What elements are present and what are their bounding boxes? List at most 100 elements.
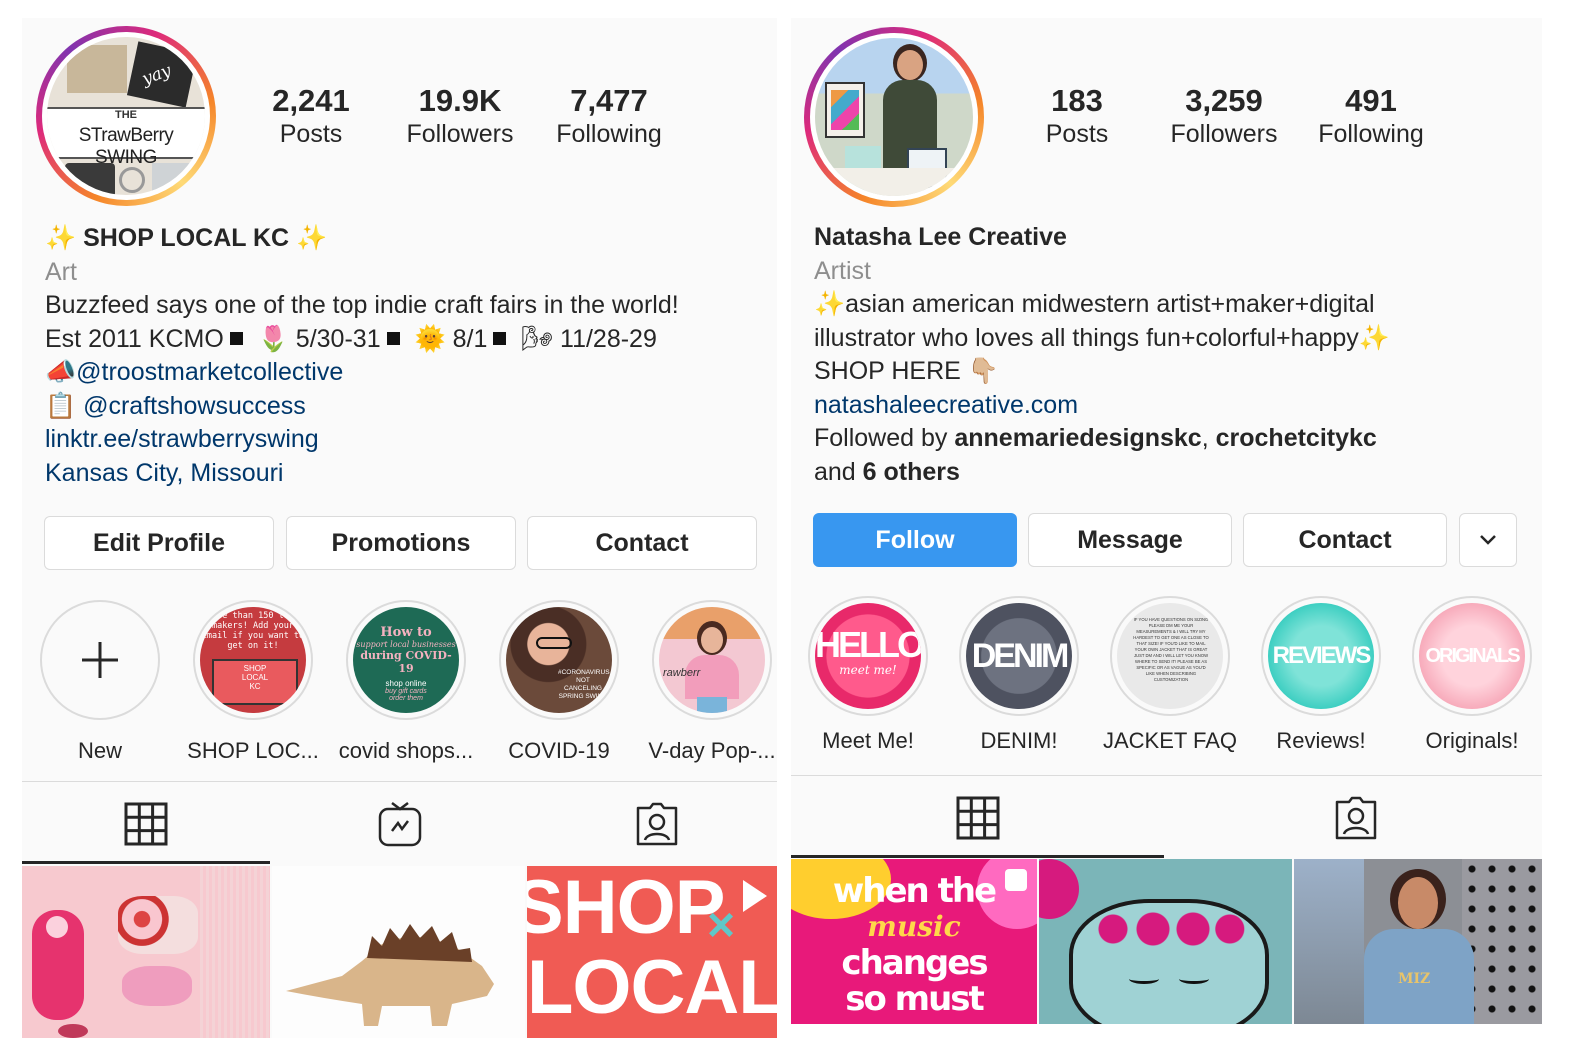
grid-icon: [124, 802, 168, 846]
followed-user-2[interactable]: crochetcitykc: [1216, 424, 1377, 452]
highlight-originals[interactable]: ORIGINALS Originals!: [1402, 596, 1542, 754]
highlight-covid-shops[interactable]: How to support local businesses during C…: [336, 600, 476, 764]
following-count: 7,477: [570, 83, 648, 118]
suggestions-dropdown-button[interactable]: [1459, 513, 1517, 567]
following-stat[interactable]: 7,477 Following: [539, 84, 679, 150]
clipboard-icon: 📋: [45, 391, 77, 420]
followed-by-line[interactable]: Followed by annemariedesignskc, crochetc…: [814, 422, 1534, 456]
bio-dates-line: Est 2011 KCMO 🌷 5/30-31 🌞 8/1 🌬 11/28-29: [45, 323, 770, 357]
followers-label: Followers: [1170, 120, 1278, 148]
highlight-art-text: makers! Add your: [212, 621, 294, 631]
post-tile[interactable]: when the music changes so must: [791, 859, 1037, 1024]
highlight-art-text: re than 150 lo: [217, 611, 289, 621]
highlight-art-text: SHOP: [243, 664, 267, 673]
mention-troostmarket-link[interactable]: @troostmarketcollective: [76, 358, 343, 386]
website-link[interactable]: natashaleecreative.com: [814, 389, 1534, 423]
tab-tagged[interactable]: [558, 788, 756, 860]
highlight-label: DENIM!: [980, 728, 1058, 753]
bio-mention-line: 📣@troostmarketcollective: [45, 356, 770, 390]
highlight-denim[interactable]: DENIM DENIM!: [949, 596, 1089, 754]
following-label: Following: [1318, 120, 1424, 148]
post-tile[interactable]: SHOP LOCAL ×: [527, 866, 777, 1038]
following-label: Following: [556, 120, 662, 148]
followers-count: 3,259: [1185, 83, 1263, 118]
profile-avatar[interactable]: yay THE STrawBerry SWING: [36, 26, 216, 206]
bio-mention-line: 📋 @craftshowsuccess: [45, 390, 770, 424]
tab-igtv[interactable]: [294, 788, 506, 860]
active-tab-indicator: [791, 855, 1164, 858]
tabs-divider: [791, 775, 1542, 776]
post-tile[interactable]: [272, 866, 525, 1038]
square-icon: [386, 331, 400, 345]
highlight-art-text: email if you want to: [201, 631, 305, 641]
highlight-art-text: ORIGINALS: [1425, 644, 1520, 667]
highlight-label: V-day Pop-...: [648, 738, 776, 763]
promotions-button[interactable]: Promotions: [286, 516, 516, 570]
followed-others[interactable]: 6 others: [863, 458, 960, 486]
tile-text: MIZ: [1398, 971, 1431, 987]
followers-stat[interactable]: 19.9K Followers: [390, 84, 530, 150]
tile-text: music: [867, 910, 961, 943]
highlight-jacket-faq[interactable]: IF YOU HAVE QUESTIONS ON SIZING PLEASE D…: [1100, 596, 1240, 754]
highlight-art-text: NOT CANCELING: [564, 677, 602, 692]
highlight-vday[interactable]: rawberr V-day Pop-...: [642, 600, 777, 764]
tabs-divider: [22, 781, 777, 782]
website-link[interactable]: linktr.ee/strawberryswing: [45, 423, 770, 457]
tile-text: SHOP: [527, 866, 725, 950]
followers-stat[interactable]: 3,259 Followers: [1154, 84, 1294, 150]
mention-craftshow-link[interactable]: @craftshowsuccess: [83, 392, 306, 420]
highlight-art-text: SPRING SWING: [558, 693, 608, 700]
highlight-art-text: HELLO: [815, 624, 921, 665]
square-icon: [493, 331, 507, 345]
followed-and: and: [814, 457, 863, 486]
bio-line: SHOP HERE 👇🏼: [814, 357, 999, 385]
profile-avatar[interactable]: [804, 27, 984, 207]
highlight-label: SHOP LOC...: [187, 738, 319, 763]
tab-grid[interactable]: [791, 782, 1164, 854]
location-link[interactable]: Kansas City, Missouri: [45, 457, 770, 491]
tab-grid[interactable]: [22, 788, 270, 860]
follow-button[interactable]: Follow: [813, 513, 1017, 567]
highlight-art-text: rawberr: [663, 667, 701, 679]
followers-label: Followers: [406, 120, 514, 148]
post-tile[interactable]: MIZ: [1294, 859, 1542, 1024]
followed-by-line-2[interactable]: and 6 others: [814, 456, 1534, 490]
followed-prefix: Followed by: [814, 424, 955, 452]
highlight-label: New: [77, 738, 122, 763]
contact-button[interactable]: Contact: [527, 516, 757, 570]
followed-user-1[interactable]: annemariedesignskc: [954, 424, 1201, 452]
posts-stat[interactable]: 2,241 Posts: [241, 84, 381, 150]
tagged-icon: [636, 802, 678, 846]
tile-text: when the: [832, 871, 997, 911]
bio-est: Est 2011 KCMO: [45, 324, 224, 353]
video-play-icon: [743, 880, 767, 912]
edit-profile-button[interactable]: Edit Profile: [44, 516, 274, 570]
post-tile[interactable]: [22, 866, 270, 1038]
highlight-reviews[interactable]: REVIEWS Reviews!: [1251, 596, 1391, 754]
highlight-new[interactable]: New: [30, 600, 170, 764]
profile-name: Natasha Lee Creative: [814, 223, 1067, 251]
highlight-art-text: during COVID-19: [360, 649, 452, 675]
highlight-art-text: #CORONAVIRUS: [558, 669, 610, 676]
highlight-label: Reviews!: [1276, 728, 1366, 753]
profile-bio: ✨ SHOP LOCAL KC ✨ Art Buzzfeed says one …: [45, 222, 770, 490]
highlight-label: COVID-19: [508, 738, 610, 763]
posts-stat[interactable]: 183 Posts: [1007, 84, 1147, 150]
highlight-art-text: KC: [249, 682, 261, 691]
following-stat[interactable]: 491 Following: [1301, 84, 1441, 150]
highlight-covid-19[interactable]: #CORONAVIRUS NOT CANCELING SPRING SWING …: [489, 600, 629, 764]
message-button[interactable]: Message: [1028, 513, 1232, 567]
contact-button[interactable]: Contact: [1243, 513, 1447, 567]
highlight-shop-local[interactable]: re than 150 lo makers! Add your email if…: [183, 600, 323, 764]
post-tile[interactable]: [1039, 859, 1292, 1024]
profile-panel-natasha-lee: 183 Posts 3,259 Followers 491 Following …: [791, 18, 1542, 1024]
posts-label: Posts: [279, 120, 343, 148]
highlight-meet-me[interactable]: HELLO meet me! Meet Me!: [798, 596, 938, 754]
bio-date-1: 🌷 5/30-31: [257, 324, 381, 353]
stegosaurus-image: [286, 924, 494, 1026]
highlight-art-text: How to: [380, 625, 432, 640]
igtv-icon: [378, 802, 422, 847]
tab-tagged[interactable]: [1169, 782, 1542, 854]
bio-line: illustrator who loves all things fun+col…: [814, 323, 1390, 352]
profile-category: Art: [45, 257, 77, 286]
